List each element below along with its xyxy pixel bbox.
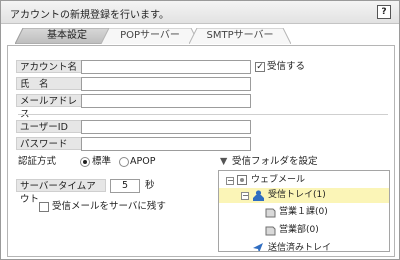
tab-label: 基本設定	[47, 30, 87, 41]
auth-method-label: 認証方式	[18, 156, 57, 167]
tab-bar: 基本設定 POPサーバー SMTPサーバー	[1, 24, 399, 45]
tree-item-label: 受信トレイ(1)	[268, 190, 326, 200]
collapse-toggle-icon[interactable]: −	[226, 177, 234, 185]
keep-on-server-label: 受信メールをサーバに残す	[52, 201, 166, 212]
tree-item-sent[interactable]: 送信済みトレイ	[219, 241, 389, 252]
tab-label: SMTPサーバー	[206, 30, 274, 41]
email-label: メールアドレス	[16, 94, 82, 120]
timeout-input[interactable]: 5	[110, 179, 140, 193]
tree-item-label: 営業部(0)	[279, 225, 319, 235]
name-label: 氏 名	[16, 77, 82, 90]
user-id-label: ユーザーID	[16, 120, 82, 133]
settings-panel: アカウント名 ✓ 受信する 氏 名 メールアドレス ユーザーID パスワード 認…	[7, 45, 395, 257]
auth-standard-label: 標準	[92, 156, 112, 167]
folder-header-arrow-icon[interactable]: ▼	[220, 156, 227, 168]
tab-label: POPサーバー	[120, 30, 180, 41]
timeout-unit: 秒	[145, 180, 155, 191]
auth-standard-radio[interactable]	[80, 157, 90, 167]
user-id-input[interactable]	[81, 120, 251, 134]
tree-item-label: ウェブメール	[251, 175, 306, 185]
password-input[interactable]	[81, 137, 251, 151]
title-bar: アカウントの新規登録を行います。 ?	[1, 1, 399, 24]
tab-pop-server[interactable]: POPサーバー	[101, 28, 199, 44]
inbox-icon	[253, 190, 264, 201]
sent-icon	[253, 243, 263, 251]
tree-item-label: 営業１課(0)	[279, 207, 328, 217]
receive-label: 受信する	[267, 61, 306, 72]
auth-apop-radio[interactable]	[119, 157, 129, 167]
help-button[interactable]: ?	[377, 5, 391, 19]
email-input[interactable]	[81, 94, 251, 108]
mailbox-icon	[237, 175, 247, 185]
tree-item-sales-section1[interactable]: 営業１課(0)	[219, 205, 389, 220]
folder-icon	[265, 226, 276, 236]
auth-apop-label: APOP	[130, 156, 156, 167]
tree-item-webmail[interactable]: − ウェブメール	[219, 173, 389, 188]
tree-item-label: 送信済みトレイ	[268, 243, 332, 252]
folder-tree: − ウェブメール − 受信トレイ(1) 営業１課(0) 営業部(0) 送信済みト…	[218, 170, 390, 252]
collapse-toggle-icon[interactable]: −	[241, 192, 249, 200]
keep-on-server-checkbox[interactable]	[39, 202, 49, 212]
account-name-label: アカウント名	[16, 60, 82, 73]
account-dialog: アカウントの新規登録を行います。 ? 基本設定 POPサーバー SMTPサーバー	[0, 0, 400, 260]
name-input[interactable]	[81, 77, 251, 91]
divider	[18, 114, 388, 115]
tab-smtp-server[interactable]: SMTPサーバー	[189, 28, 291, 44]
receive-folder-header: 受信フォルダを設定	[232, 156, 318, 167]
server-timeout-label: サーバータイムアウト	[16, 179, 106, 205]
tree-item-inbox[interactable]: − 受信トレイ(1)	[219, 188, 389, 203]
folder-icon	[265, 208, 276, 218]
password-label: パスワード	[16, 137, 82, 150]
dialog-title: アカウントの新規登録を行います。	[10, 10, 169, 21]
receive-checkbox[interactable]: ✓	[255, 62, 265, 72]
account-name-input[interactable]	[81, 60, 251, 74]
tree-item-sales-dept[interactable]: 営業部(0)	[219, 223, 389, 238]
